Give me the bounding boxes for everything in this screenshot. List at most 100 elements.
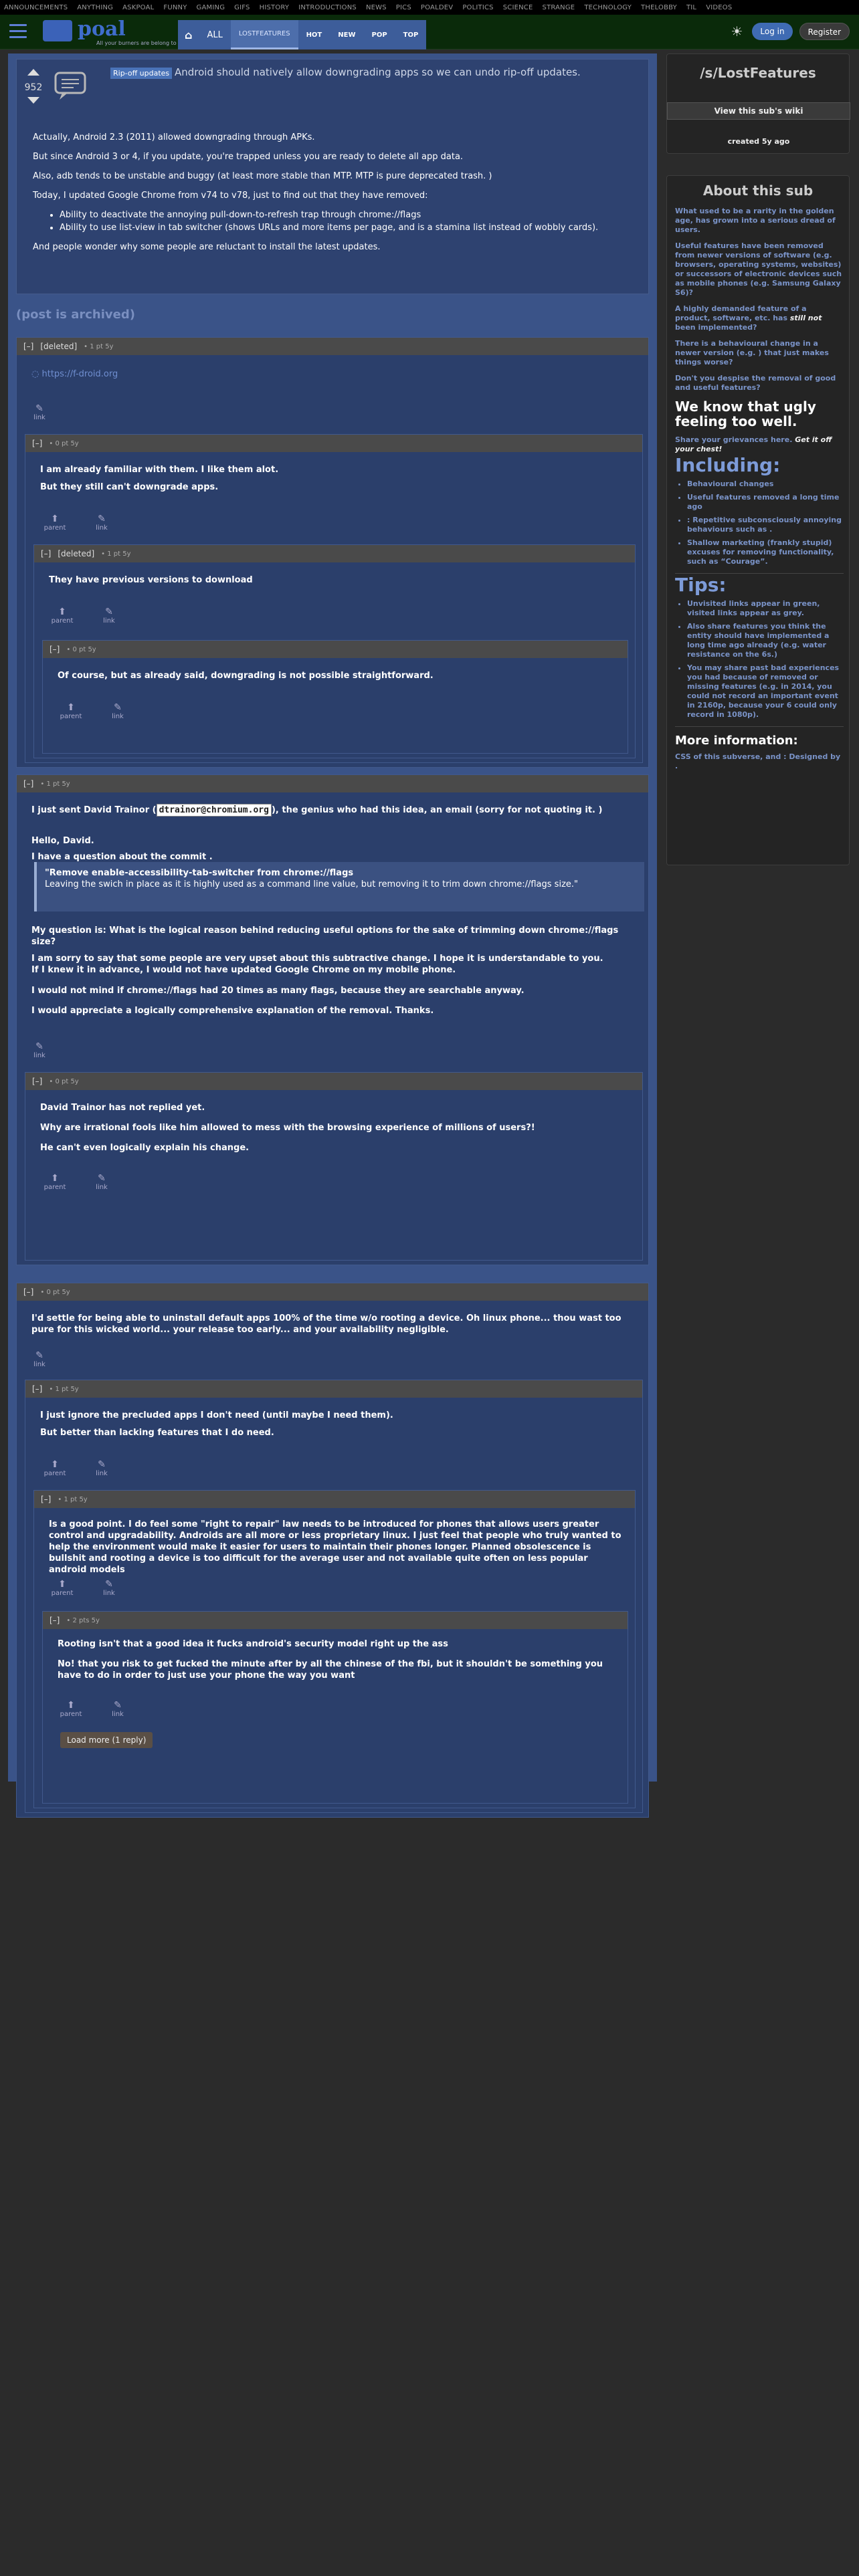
comment-meta: • 0 pt 5y bbox=[49, 1077, 79, 1085]
topnav-link[interactable]: ANYTHING bbox=[77, 4, 113, 11]
site-header: poal All your burners are belong to us ⌂… bbox=[0, 15, 859, 49]
parent-arrow-icon: ⬆ bbox=[58, 1579, 66, 1590]
about-line: Useful features have been removed from n… bbox=[675, 241, 842, 297]
logo-mascot-icon bbox=[43, 20, 72, 41]
link-action[interactable]: ✎ link bbox=[88, 1173, 115, 1191]
topnav-link[interactable]: POALDEV bbox=[421, 4, 453, 11]
list-item: Shallow marketing (frankly stupid) excus… bbox=[687, 538, 844, 566]
load-more-button[interactable]: Load more (1 reply) bbox=[60, 1732, 153, 1748]
collapse-toggle[interactable]: [–] bbox=[23, 342, 33, 351]
sub-title[interactable]: /s/LostFeatures bbox=[667, 65, 849, 81]
globe-icon: ◌ bbox=[31, 369, 42, 379]
comment-link[interactable]: ◌ https://f-droid.org bbox=[31, 368, 118, 380]
comment-meta: • 1 pt 5y bbox=[49, 1385, 79, 1393]
comment: [–] • 0 pt 5y Of course, but as already s… bbox=[42, 640, 628, 754]
sort-tabs: ⌂ ALL LOSTFEATURES HOT NEW POP TOP bbox=[178, 20, 427, 49]
topnav-link[interactable]: GAMING bbox=[197, 4, 225, 11]
topnav-link[interactable]: STRANGE bbox=[543, 4, 575, 11]
site-logo[interactable]: poal All your burners are belong to us bbox=[43, 17, 184, 47]
share-line: Share your grievances here. Get it off y… bbox=[675, 435, 844, 454]
post-title[interactable]: Android should natively allow downgradin… bbox=[175, 66, 581, 78]
tab-hot[interactable]: HOT bbox=[298, 20, 330, 49]
topnav-link[interactable]: HISTORY bbox=[260, 4, 290, 11]
comment-author[interactable]: [deleted] bbox=[40, 342, 77, 351]
parent-action[interactable]: ⬆ parent bbox=[41, 514, 68, 532]
link-action[interactable]: ✎ link bbox=[96, 1579, 122, 1597]
comment-meta: • 1 pt 5y bbox=[40, 780, 70, 788]
collapse-toggle[interactable]: [–] bbox=[32, 1077, 42, 1086]
action-label: parent bbox=[51, 617, 74, 625]
tips-list: Unvisited links appear in green, visited… bbox=[687, 599, 844, 720]
upvote-icon[interactable] bbox=[27, 69, 39, 76]
collapse-toggle[interactable]: [–] bbox=[23, 1287, 33, 1297]
post-flair[interactable]: Rip-off updates bbox=[110, 68, 173, 79]
comment-author[interactable]: [deleted] bbox=[58, 549, 94, 558]
topnav-link[interactable]: SCIENCE bbox=[503, 4, 533, 11]
link-action[interactable]: ✎ link bbox=[104, 702, 131, 720]
topnav-link[interactable]: INTRODUCTIONS bbox=[298, 4, 357, 11]
topnav-link[interactable]: ASKPOAL bbox=[122, 4, 154, 11]
link-action[interactable]: ✎ link bbox=[26, 403, 53, 421]
parent-action[interactable]: ⬆ parent bbox=[49, 607, 76, 625]
link-action[interactable]: ✎ link bbox=[104, 1700, 131, 1718]
downvote-icon[interactable] bbox=[27, 97, 39, 104]
collapse-toggle[interactable]: [–] bbox=[50, 645, 60, 654]
topnav-link[interactable]: ANNOUNCEMENTS bbox=[4, 4, 68, 11]
collapse-toggle[interactable]: [–] bbox=[23, 779, 33, 788]
menu-icon[interactable] bbox=[9, 24, 27, 39]
link-action[interactable]: ✎ link bbox=[26, 1041, 53, 1059]
action-label: link bbox=[33, 1361, 45, 1368]
register-button[interactable]: Register bbox=[799, 23, 850, 40]
topnav-link[interactable]: PICS bbox=[396, 4, 411, 11]
link-icon: ✎ bbox=[35, 1350, 43, 1361]
link-action[interactable]: ✎ link bbox=[88, 514, 115, 532]
topnav-link[interactable]: GIFS bbox=[234, 4, 250, 11]
tab-all[interactable]: ALL bbox=[199, 20, 230, 49]
link-action[interactable]: ✎ link bbox=[96, 607, 122, 625]
list-item: Behavioural changes bbox=[687, 479, 844, 489]
collapse-toggle[interactable]: [–] bbox=[32, 439, 42, 448]
comment-meta: • 1 pt 5y bbox=[101, 550, 131, 558]
parent-action[interactable]: ⬆ parent bbox=[49, 1579, 76, 1597]
email-address[interactable]: dtrainor@chromium.org bbox=[156, 804, 272, 817]
topnav-link[interactable]: FUNNY bbox=[163, 4, 187, 11]
parent-action[interactable]: ⬆ parent bbox=[41, 1459, 68, 1477]
collapse-toggle[interactable]: [–] bbox=[32, 1384, 42, 1394]
comment: [–] [deleted] • 1 pt 5y They have previous… bbox=[33, 544, 636, 758]
tab-new[interactable]: NEW bbox=[330, 20, 363, 49]
tab-top[interactable]: TOP bbox=[395, 20, 427, 49]
link-action[interactable]: ✎ link bbox=[26, 1350, 53, 1368]
topnav-link[interactable]: TECHNOLOGY bbox=[584, 4, 632, 11]
comment-line: Why are irrational fools like him allowe… bbox=[40, 1123, 535, 1133]
link-icon: ✎ bbox=[35, 403, 43, 414]
parent-arrow-icon: ⬆ bbox=[51, 514, 59, 524]
post-paragraph: Also, adb tends to be unstable and buggy… bbox=[33, 171, 492, 181]
topnav-link[interactable]: TIL bbox=[686, 4, 696, 11]
login-button[interactable]: Log in bbox=[752, 23, 793, 40]
link-icon: ✎ bbox=[98, 1459, 106, 1470]
text-post-icon[interactable] bbox=[53, 70, 88, 101]
topnav-link[interactable]: POLITICS bbox=[462, 4, 493, 11]
ugly-feeling-heading: We know that ugly feeling too well. bbox=[675, 399, 816, 429]
post-score: 952 bbox=[24, 82, 43, 93]
topnav-link[interactable]: VIDEOS bbox=[706, 4, 732, 11]
view-wiki-button[interactable]: View this sub's wiki bbox=[667, 102, 850, 120]
removed-features-list: Ability to deactivate the annoying pull-… bbox=[60, 209, 635, 233]
topnav-link[interactable]: NEWS bbox=[366, 4, 387, 11]
collapse-toggle[interactable]: [–] bbox=[50, 1616, 60, 1625]
parent-arrow-icon: ⬆ bbox=[51, 1459, 59, 1470]
parent-action[interactable]: ⬆ parent bbox=[58, 1700, 84, 1718]
home-icon[interactable]: ⌂ bbox=[178, 20, 199, 49]
collapse-toggle[interactable]: [–] bbox=[41, 549, 51, 558]
comment-line: I just sent David Trainor (dtrainor@chro… bbox=[31, 804, 640, 817]
link-text[interactable]: https://f-droid.org bbox=[41, 369, 118, 379]
parent-action[interactable]: ⬆ parent bbox=[58, 702, 84, 720]
theme-toggle-icon[interactable]: ☀ bbox=[728, 23, 745, 40]
topnav-link[interactable]: THELOBBY bbox=[641, 4, 677, 11]
link-action[interactable]: ✎ link bbox=[88, 1459, 115, 1477]
tab-lostfeatures[interactable]: LOSTFEATURES bbox=[230, 20, 298, 49]
tab-pop[interactable]: POP bbox=[364, 20, 395, 49]
parent-action[interactable]: ⬆ parent bbox=[41, 1173, 68, 1191]
collapse-toggle[interactable]: [–] bbox=[41, 1495, 51, 1504]
comment-meta: • 0 pt 5y bbox=[66, 645, 96, 653]
